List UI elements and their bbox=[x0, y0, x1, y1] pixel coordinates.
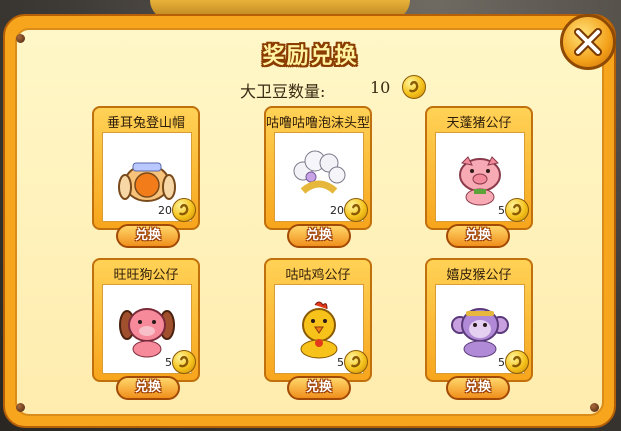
reward-card[interactable]: 嬉皮猴公仔 5 bbox=[425, 258, 533, 382]
currency-label: 大卫豆数量: bbox=[240, 82, 326, 101]
bean-coin-icon bbox=[344, 350, 368, 374]
rabbit-hat-icon bbox=[118, 162, 176, 202]
item-name: 天蓬猪公仔 bbox=[446, 116, 512, 131]
bean-coin-icon bbox=[505, 198, 529, 222]
bean-coin-icon bbox=[505, 350, 529, 374]
monkey-doll-icon bbox=[451, 308, 509, 358]
rivet-icon bbox=[590, 403, 599, 412]
close-icon bbox=[574, 28, 602, 56]
bean-coin-icon bbox=[402, 75, 426, 99]
bean-coin-icon bbox=[172, 350, 196, 374]
item-price: 20 bbox=[158, 204, 172, 217]
bean-coin-icon bbox=[172, 198, 196, 222]
item-name: 咕咕鸡公仔 bbox=[285, 268, 351, 283]
bean-coin-icon bbox=[344, 198, 368, 222]
reward-card[interactable]: 咕咕鸡公仔 5 bbox=[264, 258, 372, 382]
redeem-button[interactable]: 兑换 bbox=[446, 224, 510, 248]
close-button[interactable] bbox=[560, 14, 616, 70]
redeem-button[interactable]: 兑换 bbox=[287, 224, 351, 248]
item-price: 5 bbox=[498, 204, 505, 217]
redeem-button[interactable]: 兑换 bbox=[116, 224, 180, 248]
reward-card[interactable]: 垂耳兔登山帽 20 bbox=[92, 106, 200, 230]
redeem-button[interactable]: 兑换 bbox=[287, 376, 351, 400]
bubble-hair-icon bbox=[293, 150, 346, 194]
reward-card[interactable]: 天蓬猪公仔 5 bbox=[425, 106, 533, 230]
item-name: 嬉皮猴公仔 bbox=[446, 268, 512, 283]
reward-card[interactable]: 旺旺狗公仔 5 bbox=[92, 258, 200, 382]
item-price: 20 bbox=[330, 204, 344, 217]
redeem-button[interactable]: 兑换 bbox=[446, 376, 510, 400]
chicken-doll-icon bbox=[300, 301, 338, 359]
redeem-button[interactable]: 兑换 bbox=[116, 376, 180, 400]
pig-doll-icon bbox=[459, 156, 501, 206]
item-price: 5 bbox=[498, 356, 505, 369]
item-price: 5 bbox=[337, 356, 344, 369]
item-price: 5 bbox=[165, 356, 172, 369]
dialog-title: 奖励兑换 bbox=[262, 44, 359, 69]
item-name: 旺旺狗公仔 bbox=[113, 268, 179, 283]
reward-card[interactable]: 咕噜咕噜泡沫头型 20 bbox=[264, 106, 372, 230]
item-name: 垂耳兔登山帽 bbox=[106, 116, 185, 131]
dog-doll-icon bbox=[119, 308, 175, 358]
currency-amount: 10 bbox=[370, 78, 391, 97]
rivet-icon bbox=[16, 403, 25, 412]
item-name: 咕噜咕噜泡沫头型 bbox=[266, 116, 371, 131]
